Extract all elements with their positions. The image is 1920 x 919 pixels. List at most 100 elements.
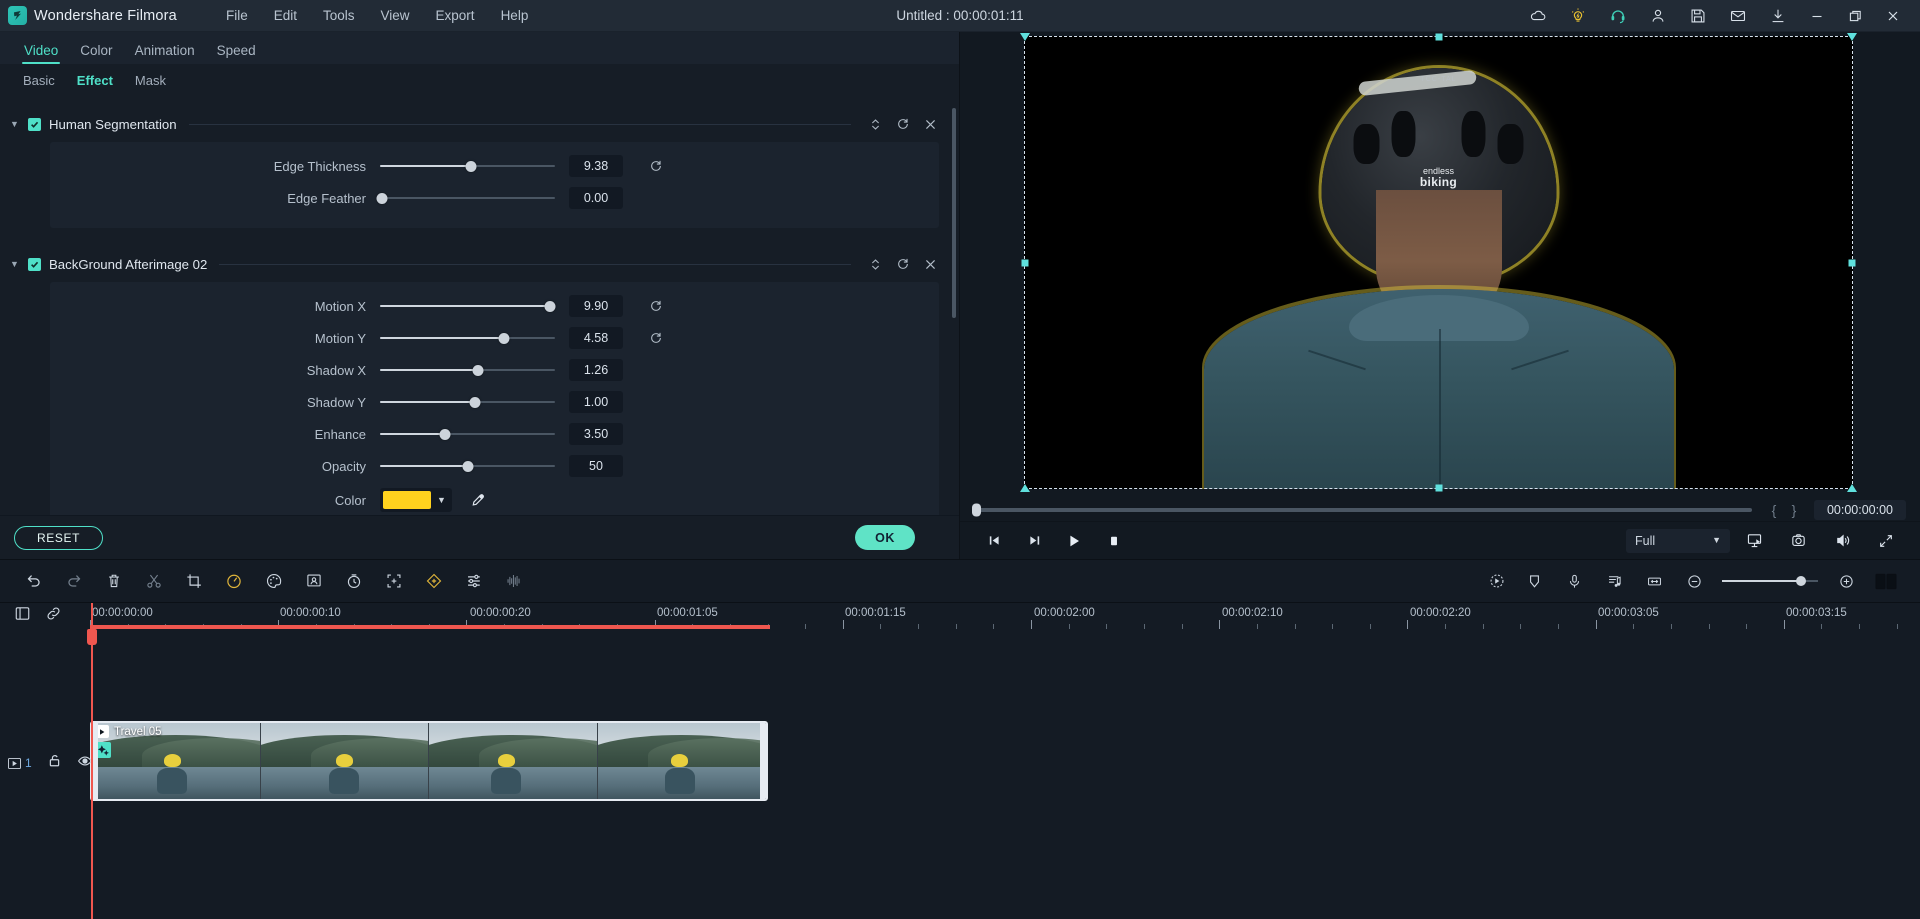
menu-help[interactable]: Help — [488, 3, 542, 29]
menu-edit[interactable]: Edit — [261, 3, 310, 29]
color-palette-icon[interactable] — [254, 572, 294, 590]
clip-trim-handle-right[interactable] — [760, 723, 766, 799]
color-picker-dropdown[interactable]: ▼ — [380, 488, 452, 512]
stop-button[interactable] — [1094, 534, 1134, 548]
chevron-down-icon[interactable]: ▼ — [437, 495, 446, 505]
close-icon[interactable] — [1874, 0, 1912, 32]
param-slider[interactable] — [376, 191, 555, 205]
param-slider[interactable] — [380, 427, 555, 441]
crop-icon[interactable] — [174, 572, 214, 590]
auto-beat-sync-icon[interactable] — [1594, 573, 1634, 590]
quality-select[interactable]: Full ▼ — [1626, 528, 1730, 553]
mark-in-button[interactable]: { — [1764, 502, 1784, 518]
panel-scrollbar[interactable] — [952, 108, 956, 318]
playback-knob[interactable] — [972, 503, 981, 517]
render-preview-icon[interactable] — [1474, 572, 1514, 590]
param-value-input[interactable]: 4.58 — [569, 327, 623, 349]
color-swatch[interactable] — [383, 491, 431, 509]
next-frame-button[interactable] — [1014, 533, 1054, 548]
effect-reset-icon[interactable] — [896, 117, 910, 131]
video-canvas[interactable]: TCC-TAL endlessbiking CO/5 — [1020, 33, 1857, 492]
effect-header-human-segmentation[interactable]: ▼ Human Segmentation — [0, 110, 959, 138]
snapshot-to-project-icon[interactable] — [1734, 532, 1774, 549]
effect-enable-checkbox[interactable] — [28, 117, 41, 131]
param-value-input[interactable]: 0.00 — [569, 187, 623, 209]
param-slider[interactable] — [380, 299, 556, 313]
redo-icon[interactable] — [54, 572, 94, 590]
speed-icon[interactable] — [214, 572, 254, 590]
lightbulb-icon[interactable] — [1558, 0, 1598, 32]
ok-button[interactable]: OK — [855, 525, 915, 550]
param-value-input[interactable]: 3.50 — [569, 423, 623, 445]
effect-delete-icon[interactable] — [924, 258, 937, 271]
undo-icon[interactable] — [14, 572, 54, 590]
effect-reorder-icon[interactable] — [869, 118, 882, 131]
effect-reset-icon[interactable] — [896, 257, 910, 271]
param-slider[interactable] — [380, 363, 555, 377]
param-reset-icon[interactable] — [649, 331, 669, 345]
cloud-icon[interactable] — [1518, 0, 1558, 32]
chevron-down-icon[interactable]: ▼ — [10, 119, 20, 129]
auto-reframe-icon[interactable] — [374, 572, 414, 590]
keyframe-diamond-icon[interactable] — [414, 572, 454, 590]
menu-tools[interactable]: Tools — [310, 3, 368, 29]
audio-mixer-icon[interactable] — [454, 572, 494, 590]
mark-out-button[interactable]: } — [1784, 502, 1804, 518]
effect-reorder-icon[interactable] — [869, 258, 882, 271]
timeline[interactable]: 00:00:00:00 00:00:00:10 00:00:00:20 00:0… — [0, 603, 1920, 919]
param-reset-icon[interactable] — [649, 159, 669, 173]
param-slider[interactable] — [380, 159, 555, 173]
subtab-mask[interactable]: Mask — [126, 69, 175, 92]
chevron-down-icon[interactable]: ▼ — [10, 259, 20, 269]
media-import-icon[interactable] — [14, 605, 31, 627]
maximize-icon[interactable] — [1836, 0, 1874, 32]
effect-header-background-afterimage[interactable]: ▼ BackGround Afterimage 02 — [0, 250, 959, 278]
param-value-input[interactable]: 50 — [569, 455, 623, 477]
param-value-input[interactable]: 9.38 — [569, 155, 623, 177]
param-slider[interactable] — [380, 459, 555, 473]
fullscreen-icon[interactable] — [1866, 533, 1906, 549]
link-clips-icon[interactable] — [45, 605, 62, 627]
subtab-basic[interactable]: Basic — [14, 69, 64, 92]
param-reset-icon[interactable] — [649, 299, 669, 313]
menu-export[interactable]: Export — [423, 3, 488, 29]
freeze-frame-icon[interactable] — [334, 572, 374, 590]
audio-waveform-icon[interactable] — [494, 572, 534, 590]
effects-scroll-area[interactable]: ▼ Human Segmentation Edge Thickness 9.38… — [0, 96, 959, 515]
voiceover-icon[interactable] — [1554, 573, 1594, 590]
player-timecode[interactable]: 00:00:00:00 — [1814, 500, 1906, 520]
menu-file[interactable]: File — [213, 3, 261, 29]
subtab-effect[interactable]: Effect — [68, 69, 122, 92]
tab-color[interactable]: Color — [70, 38, 122, 64]
chevron-down-icon[interactable]: ▼ — [1712, 536, 1721, 545]
camera-snapshot-icon[interactable] — [1778, 532, 1818, 549]
param-slider[interactable] — [380, 395, 555, 409]
eyedropper-icon[interactable] — [470, 493, 485, 508]
playhead[interactable] — [87, 603, 97, 919]
playback-progress-slider[interactable] — [972, 503, 1752, 517]
play-button[interactable] — [1054, 533, 1094, 549]
split-scissors-icon[interactable] — [134, 572, 174, 590]
timeline-clip[interactable]: Travel 05 — [90, 721, 768, 801]
param-slider[interactable] — [380, 331, 555, 345]
param-value-input[interactable]: 1.26 — [569, 359, 623, 381]
green-screen-icon[interactable] — [294, 572, 334, 590]
zoom-out-icon[interactable] — [1674, 573, 1714, 590]
delete-icon[interactable] — [94, 572, 134, 590]
tab-speed[interactable]: Speed — [207, 38, 266, 64]
effect-delete-icon[interactable] — [924, 118, 937, 131]
save-icon[interactable] — [1678, 0, 1718, 32]
user-account-icon[interactable] — [1638, 0, 1678, 32]
param-value-input[interactable]: 1.00 — [569, 391, 623, 413]
headset-support-icon[interactable] — [1598, 0, 1638, 32]
reset-button[interactable]: RESET — [14, 525, 104, 550]
volume-icon[interactable] — [1822, 532, 1862, 549]
param-value-input[interactable]: 9.90 — [569, 295, 623, 317]
fit-to-timeline-icon[interactable] — [1634, 573, 1674, 590]
effect-enable-checkbox[interactable] — [28, 257, 41, 271]
zoom-in-icon[interactable] — [1826, 573, 1866, 590]
split-view-icon[interactable] — [1866, 573, 1906, 590]
tab-animation[interactable]: Animation — [125, 38, 205, 64]
timeline-zoom-slider[interactable] — [1722, 575, 1818, 587]
menu-view[interactable]: View — [368, 3, 423, 29]
